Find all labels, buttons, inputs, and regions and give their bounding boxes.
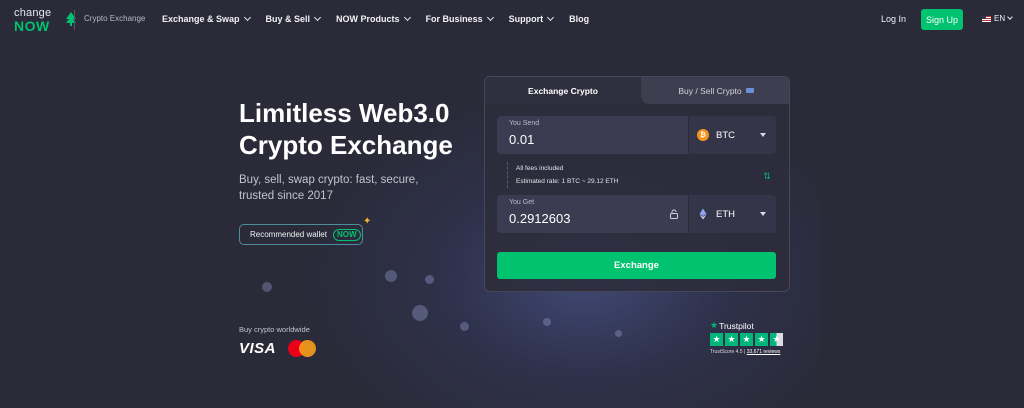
chevron-down-icon xyxy=(547,13,555,22)
nav-label: NOW Products xyxy=(336,14,400,24)
login-link[interactable]: Log In xyxy=(881,14,906,24)
nav-now-products[interactable]: NOW Products xyxy=(336,13,411,24)
fees-text: All fees included xyxy=(516,165,564,172)
trustpilot-star-icon: ★ xyxy=(710,320,719,330)
you-send-label: You Send xyxy=(509,120,540,127)
you-send-field: You Send ₿ BTC xyxy=(497,116,776,154)
chevron-down-icon xyxy=(314,13,322,22)
language-label: EN xyxy=(994,14,1006,23)
caret-down-icon xyxy=(760,212,766,216)
logo-divider xyxy=(74,10,75,30)
estimated-rate-text: Estimated rate: 1 BTC ~ 29.12 ETH xyxy=(516,178,619,185)
tab-buy-sell-crypto[interactable]: Buy / Sell Crypto xyxy=(641,77,789,104)
chevron-down-icon xyxy=(243,13,251,22)
send-amount-input[interactable] xyxy=(509,132,659,147)
ethereum-icon xyxy=(699,208,707,220)
exchange-button[interactable]: Exchange xyxy=(497,252,776,279)
decor-dot xyxy=(385,270,397,282)
trustscore-separator: | xyxy=(744,349,746,355)
star-icon: ★ xyxy=(710,333,723,346)
nav-label: Exchange & Swap xyxy=(162,14,240,24)
recommended-wallet-button[interactable]: Recommended wallet NOW xyxy=(239,224,363,245)
top-navbar: change NOW Crypto Exchange Exchange & Sw… xyxy=(0,0,1024,40)
swap-arrows-icon[interactable]: ⇅ xyxy=(760,169,774,183)
bitcoin-icon: ₿ xyxy=(697,129,709,141)
trustpilot-stars: ★ ★ ★ ★ ★ xyxy=(710,333,790,346)
you-get-label: You Get xyxy=(509,199,535,206)
main-nav: Exchange & Swap Buy & Sell NOW Products … xyxy=(162,13,605,24)
trustscore-text: TrustScore 4.5 | 33,671 reviews xyxy=(710,349,790,355)
nav-label: Buy & Sell xyxy=(265,14,311,24)
trustpilot-name: Trustpilot xyxy=(719,320,754,331)
decor-dot xyxy=(460,322,469,331)
exchange-widget: Exchange Crypto Buy / Sell Crypto You Se… xyxy=(484,76,790,292)
hero-title-line1: Limitless Web3.0 xyxy=(239,98,450,128)
nav-blog[interactable]: Blog xyxy=(569,14,589,24)
you-get-field: You Get ETH xyxy=(497,195,776,233)
star-icon: ★ xyxy=(755,333,768,346)
tab-exchange-crypto[interactable]: Exchange Crypto xyxy=(485,77,641,104)
card-icon xyxy=(745,88,754,93)
sparkle-icon: ✦ xyxy=(363,216,372,227)
trustpilot-reviews-link[interactable]: 33,671 reviews xyxy=(747,349,781,355)
trustpilot-widget[interactable]: ★ Trustpilot ★ ★ ★ ★ ★ TrustScore 4.5 | … xyxy=(710,320,790,355)
fees-info: All fees included Estimated rate: 1 BTC … xyxy=(507,162,618,188)
hero-subtitle: Buy, sell, swap crypto: fast, secure, tr… xyxy=(239,174,419,202)
hero-title: Limitless Web3.0 Crypto Exchange xyxy=(239,97,479,161)
decor-dot xyxy=(262,282,272,292)
lock-icon[interactable] xyxy=(669,209,679,219)
mastercard-logo xyxy=(288,340,316,357)
decor-dot xyxy=(425,275,434,284)
decor-dot xyxy=(615,330,622,337)
nav-label: Blog xyxy=(569,14,590,24)
half-star-icon: ★ xyxy=(770,333,783,346)
nav-label: For Business xyxy=(425,14,483,24)
changenow-logo[interactable]: change NOW xyxy=(14,8,76,34)
language-selector[interactable]: EN xyxy=(982,14,1013,23)
nav-support[interactable]: Support xyxy=(508,13,555,24)
nav-for-business[interactable]: For Business xyxy=(425,13,494,24)
send-currency-selector[interactable]: ₿ BTC xyxy=(688,116,776,154)
chevron-down-icon xyxy=(1007,14,1013,20)
now-wallet-badge: NOW xyxy=(332,228,361,241)
decor-dot xyxy=(543,318,551,326)
widget-tabs: Exchange Crypto Buy / Sell Crypto xyxy=(485,77,789,104)
buy-worldwide-label: Buy crypto worldwide xyxy=(239,325,310,334)
decor-dot xyxy=(412,305,428,321)
trustscore-value: TrustScore 4.5 xyxy=(710,349,743,355)
get-amount-input[interactable] xyxy=(509,211,659,226)
nav-buy-sell[interactable]: Buy & Sell xyxy=(265,13,322,24)
signup-button[interactable]: Sign Up xyxy=(921,9,963,30)
caret-down-icon xyxy=(760,133,766,137)
wallet-pill-label: Recommended wallet xyxy=(250,230,327,239)
nav-label: Support xyxy=(508,14,544,24)
logo-text-bottom: NOW xyxy=(14,18,50,34)
chevron-down-icon xyxy=(403,13,411,22)
get-coin-label: ETH xyxy=(716,208,735,220)
nav-exchange-swap[interactable]: Exchange & Swap xyxy=(162,13,251,24)
visa-logo: VISA xyxy=(239,340,277,357)
logo-subtitle: Crypto Exchange xyxy=(84,14,146,23)
trustpilot-header: ★ Trustpilot xyxy=(710,320,790,331)
hero-title-line2: Crypto Exchange xyxy=(239,130,453,160)
chevron-down-icon xyxy=(486,13,494,22)
get-currency-selector[interactable]: ETH xyxy=(688,195,776,233)
us-flag-icon xyxy=(982,15,991,22)
star-icon: ★ xyxy=(725,333,738,346)
tab-label: Buy / Sell Crypto xyxy=(678,85,742,96)
star-icon: ★ xyxy=(740,333,753,346)
send-coin-label: BTC xyxy=(716,129,735,141)
